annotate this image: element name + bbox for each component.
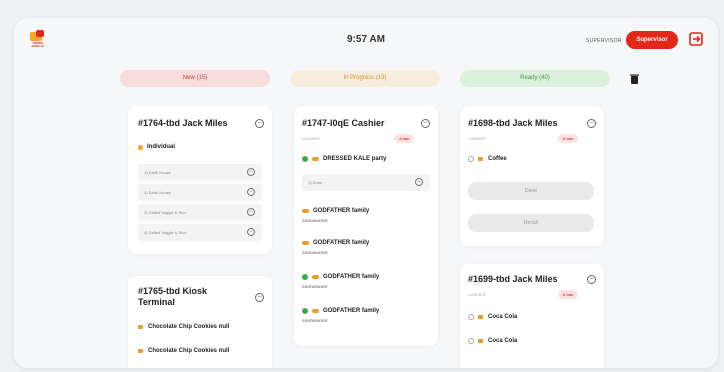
check-icon bbox=[302, 156, 308, 162]
remove-icon[interactable]: − bbox=[415, 178, 423, 186]
supervisor-button[interactable]: Supervisor bbox=[626, 31, 678, 49]
remove-icon[interactable]: − bbox=[247, 228, 255, 236]
food-icon bbox=[138, 144, 143, 150]
collapse-icon[interactable]: − bbox=[421, 119, 430, 128]
app-window: ORDER DISPLAY 9:57 AM SUPERVISOR Supervi… bbox=[14, 18, 718, 368]
checkbox-icon[interactable] bbox=[468, 156, 474, 162]
order-source: CASHIER bbox=[468, 136, 486, 141]
food-icon bbox=[312, 275, 319, 279]
order-card-1765[interactable]: #1765-tbd Kiosk Terminal − Chocolate Chi… bbox=[128, 276, 272, 368]
top-bar: ORDER DISPLAY 9:57 AM SUPERVISOR Supervi… bbox=[14, 18, 718, 62]
recall-button[interactable]: Recall bbox=[468, 214, 594, 232]
food-icon bbox=[302, 209, 309, 213]
order-title: #1764-tbd Jack Miles bbox=[138, 118, 228, 128]
order-card-1764[interactable]: #1764-tbd Jack Miles − Individual 1) Ear… bbox=[128, 106, 272, 254]
list-item: Chocolate Chip Cookies null bbox=[138, 348, 229, 354]
order-source: CASHIER bbox=[468, 292, 486, 297]
tab-new[interactable]: New (15) bbox=[120, 70, 270, 87]
food-icon bbox=[312, 157, 319, 161]
list-item[interactable]: 2) Earth House − bbox=[138, 184, 262, 201]
food-icon bbox=[478, 315, 483, 319]
order-title: #1698-tbd Jack Miles bbox=[468, 118, 558, 128]
order-title: #1765-tbd Kiosk Terminal bbox=[138, 286, 208, 307]
checkbox-icon[interactable] bbox=[468, 338, 474, 344]
list-item: Coca Cola bbox=[468, 338, 517, 344]
collapse-icon[interactable]: − bbox=[587, 119, 596, 128]
list-item[interactable]: 1) Earth House − bbox=[138, 164, 262, 181]
list-item: Coffee bbox=[468, 156, 507, 162]
food-icon bbox=[312, 309, 319, 313]
check-icon bbox=[302, 274, 308, 280]
order-title: #1699-tbd Jack Miles bbox=[468, 274, 558, 284]
modifier-field[interactable]: 1) Done − bbox=[302, 174, 430, 191]
item-sub: SIDEWINDER bbox=[302, 250, 328, 255]
user-label: SUPERVISOR bbox=[586, 38, 622, 44]
checkbox-icon[interactable] bbox=[468, 314, 474, 320]
food-icon bbox=[138, 325, 143, 329]
item-sub: SIDEWINDER bbox=[302, 218, 328, 223]
list-item: GODFATHER family bbox=[302, 274, 379, 280]
status-badge: 4 min bbox=[394, 134, 415, 143]
status-badge: 6 min bbox=[558, 290, 579, 299]
list-item: GODFATHER family bbox=[302, 208, 369, 214]
collapse-icon[interactable]: − bbox=[255, 119, 264, 128]
list-item[interactable]: 4) Grilled Veggie & Rice − bbox=[138, 224, 262, 241]
list-item: DRESSED KALE party bbox=[302, 156, 386, 162]
list-item: Coca Cola bbox=[468, 314, 517, 320]
order-source: CASHIER bbox=[302, 136, 320, 141]
collapse-icon[interactable]: − bbox=[587, 275, 596, 284]
list-item[interactable]: 3) Grilled Veggie & Rice − bbox=[138, 204, 262, 221]
order-title: #1747-l0qE Cashier bbox=[302, 118, 385, 128]
item-sub: SIDEWINDER bbox=[302, 318, 328, 323]
done-button[interactable]: Done bbox=[468, 182, 594, 200]
order-type: Individual bbox=[138, 144, 175, 150]
food-icon bbox=[138, 349, 143, 353]
exit-icon[interactable] bbox=[689, 32, 703, 46]
trash-icon[interactable] bbox=[630, 74, 639, 84]
item-sub: SIDEWINDER bbox=[302, 284, 328, 289]
list-item: Chocolate Chip Cookies null bbox=[138, 324, 229, 330]
collapse-icon[interactable]: − bbox=[255, 293, 264, 302]
remove-icon[interactable]: − bbox=[247, 168, 255, 176]
tab-in-progress[interactable]: In Progress (19) bbox=[290, 70, 440, 87]
food-icon bbox=[478, 157, 483, 161]
remove-icon[interactable]: − bbox=[247, 188, 255, 196]
food-icon bbox=[478, 339, 483, 343]
list-item: GODFATHER family bbox=[302, 308, 379, 314]
status-badge: 6 min bbox=[558, 134, 579, 143]
order-card-1698[interactable]: #1698-tbd Jack Miles − CASHIER 6 min Cof… bbox=[460, 106, 604, 246]
order-card-1699[interactable]: #1699-tbd Jack Miles − CASHIER 6 min Coc… bbox=[460, 264, 604, 368]
tab-ready[interactable]: Ready (40) bbox=[460, 70, 610, 87]
order-card-1747[interactable]: #1747-l0qE Cashier − CASHIER 4 min DRESS… bbox=[294, 106, 438, 346]
list-item: GODFATHER family bbox=[302, 240, 369, 246]
check-icon bbox=[302, 308, 308, 314]
remove-icon[interactable]: − bbox=[247, 208, 255, 216]
food-icon bbox=[302, 241, 309, 245]
